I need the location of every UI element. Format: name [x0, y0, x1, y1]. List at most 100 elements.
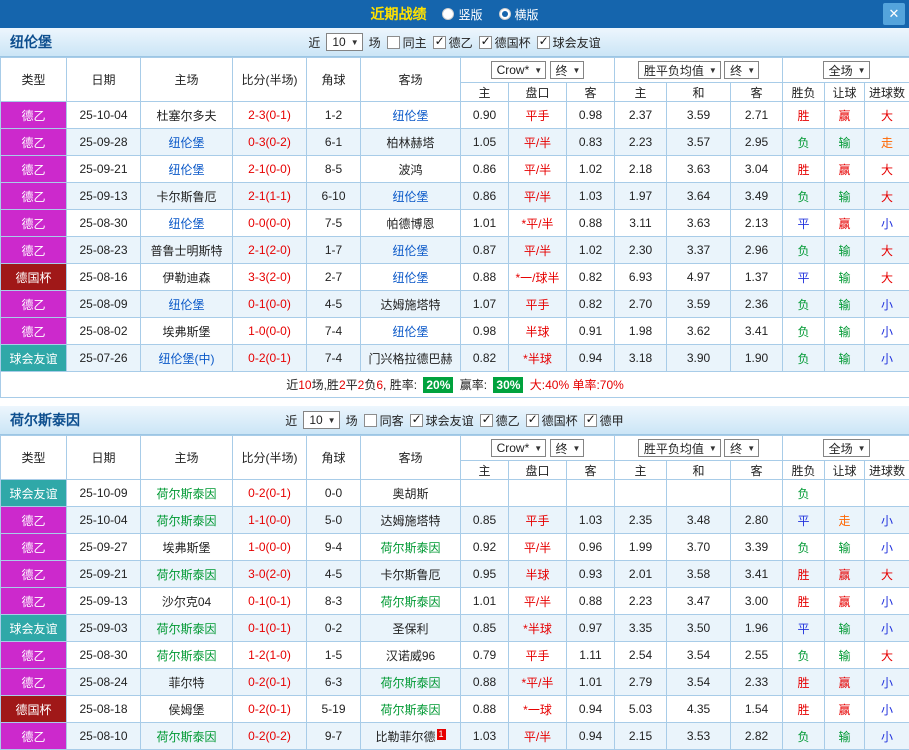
- score-link[interactable]: 2-1(0-0): [232, 155, 307, 183]
- away-team-link[interactable]: 纽伦堡: [360, 317, 461, 345]
- home-team-link[interactable]: 荷尔斯泰因: [140, 722, 233, 750]
- score-link[interactable]: 0-3(0-2): [232, 128, 307, 156]
- close-button[interactable]: ✕: [883, 3, 905, 25]
- away-team-link[interactable]: 奥胡斯: [360, 479, 461, 507]
- away-team-link[interactable]: 纽伦堡: [360, 263, 461, 291]
- avg-period-select[interactable]: 终 ▼: [724, 439, 760, 457]
- scope-select[interactable]: 全场 ▼: [822, 61, 870, 79]
- odds-period-select[interactable]: 终 ▼: [549, 439, 585, 457]
- checkbox-checked-icon[interactable]: [409, 412, 423, 427]
- match-row: 德乙 25-09-13 卡尔斯鲁厄 2-1(1-1) 6-10 纽伦堡 0.86 平/半 1.0…: [0, 182, 909, 210]
- checkbox-checked-icon[interactable]: [478, 34, 492, 49]
- filter-checkbox[interactable]: 同客: [363, 412, 404, 429]
- match-count-select[interactable]: 10 ▼: [326, 33, 363, 51]
- score-link[interactable]: 0-1(0-1): [232, 587, 307, 615]
- away-team-link[interactable]: 门兴格拉德巴赫: [360, 344, 461, 372]
- competition-badge: 德乙: [0, 668, 67, 696]
- odds-source-select[interactable]: Crow* ▼: [490, 439, 547, 457]
- odds-period-select[interactable]: 终 ▼: [549, 61, 585, 79]
- away-team-link[interactable]: 帕德博恩: [360, 209, 461, 237]
- match-count-select[interactable]: 10 ▼: [303, 411, 340, 429]
- layout-radio-horizontal[interactable]: 横版: [498, 6, 539, 23]
- score-link[interactable]: 1-2(1-0): [232, 641, 307, 669]
- home-team-link[interactable]: 荷尔斯泰因: [140, 641, 233, 669]
- away-team-link[interactable]: 达姆施塔特: [360, 290, 461, 318]
- avg-period-select[interactable]: 终 ▼: [724, 61, 760, 79]
- avg-type-select[interactable]: 胜平负均值 ▼: [637, 61, 721, 79]
- home-team-link[interactable]: 荷尔斯泰因: [140, 506, 233, 534]
- away-team-link[interactable]: 纽伦堡: [360, 236, 461, 264]
- away-team-name: 门兴格拉德巴赫: [368, 351, 453, 366]
- away-team-link[interactable]: 纽伦堡: [360, 101, 461, 129]
- score-link[interactable]: 1-1(0-0): [232, 506, 307, 534]
- score-link[interactable]: 2-1(1-1): [232, 182, 307, 210]
- away-team-link[interactable]: 比勒菲尔德 1: [360, 722, 461, 750]
- score-link[interactable]: 3-3(2-0): [232, 263, 307, 291]
- filter-checkbox[interactable]: 德国杯: [478, 34, 531, 51]
- home-team-link[interactable]: 埃弗斯堡: [140, 533, 233, 561]
- score-link[interactable]: 0-2(0-2): [232, 722, 307, 750]
- score-link[interactable]: 0-0(0-0): [232, 209, 307, 237]
- away-team-link[interactable]: 达姆施塔特: [360, 506, 461, 534]
- odds-home: 0.79: [460, 641, 509, 669]
- score-link[interactable]: 0-1(0-0): [232, 290, 307, 318]
- filter-checkbox[interactable]: 德国杯: [525, 412, 578, 429]
- filter-checkbox[interactable]: 球会友谊: [409, 412, 474, 429]
- home-team-link[interactable]: 荷尔斯泰因: [140, 614, 233, 642]
- checkbox-checked-icon[interactable]: [583, 412, 597, 427]
- home-team-link[interactable]: 纽伦堡: [140, 155, 233, 183]
- home-team-link[interactable]: 沙尔克04: [140, 587, 233, 615]
- radio-unselected-icon[interactable]: [442, 8, 455, 20]
- filter-checkbox[interactable]: 球会友谊: [536, 34, 601, 51]
- home-team-link[interactable]: 菲尔特: [140, 668, 233, 696]
- away-team-link[interactable]: 纽伦堡: [360, 182, 461, 210]
- score-link[interactable]: 0-1(0-1): [232, 614, 307, 642]
- home-team-link[interactable]: 纽伦堡: [140, 128, 233, 156]
- checkbox-unchecked-icon[interactable]: [363, 413, 377, 427]
- score-link[interactable]: 3-0(2-0): [232, 560, 307, 588]
- away-team-link[interactable]: 波鸿: [360, 155, 461, 183]
- score-link[interactable]: 0-2(0-1): [232, 344, 307, 372]
- away-team-link[interactable]: 荷尔斯泰因: [360, 533, 461, 561]
- checkbox-checked-icon[interactable]: [432, 34, 446, 49]
- score-link[interactable]: 0-2(0-1): [232, 695, 307, 723]
- odds-home: 0.86: [460, 182, 509, 210]
- checkbox-checked-icon[interactable]: [525, 412, 539, 427]
- home-team-link[interactable]: 纽伦堡: [140, 209, 233, 237]
- away-team-link[interactable]: 柏林赫塔: [360, 128, 461, 156]
- score-link[interactable]: 2-1(2-0): [232, 236, 307, 264]
- score-link[interactable]: 2-3(0-1): [232, 101, 307, 129]
- home-team-link[interactable]: 普鲁士明斯特: [140, 236, 233, 264]
- radio-selected-icon[interactable]: [498, 8, 511, 20]
- away-team-link[interactable]: 荷尔斯泰因: [360, 587, 461, 615]
- score-link[interactable]: 0-2(0-1): [232, 668, 307, 696]
- away-team-link[interactable]: 圣保利: [360, 614, 461, 642]
- home-team-link[interactable]: 荷尔斯泰因: [140, 560, 233, 588]
- filter-checkbox[interactable]: 德乙: [432, 34, 473, 51]
- filter-checkbox[interactable]: 同主: [386, 34, 427, 51]
- avg-type-select[interactable]: 胜平负均值 ▼: [637, 439, 721, 457]
- away-team-link[interactable]: 荷尔斯泰因: [360, 695, 461, 723]
- layout-radio-vertical[interactable]: 竖版: [442, 6, 483, 23]
- home-team-link[interactable]: 卡尔斯鲁厄: [140, 182, 233, 210]
- home-team-link[interactable]: 荷尔斯泰因: [140, 479, 233, 507]
- score-link[interactable]: 1-0(0-0): [232, 317, 307, 345]
- scope-select[interactable]: 全场 ▼: [822, 439, 870, 457]
- filter-checkbox[interactable]: 德乙: [479, 412, 520, 429]
- checkbox-unchecked-icon[interactable]: [386, 35, 400, 49]
- away-team-link[interactable]: 卡尔斯鲁厄: [360, 560, 461, 588]
- score-link[interactable]: 0-2(0-1): [232, 479, 307, 507]
- checkbox-checked-icon[interactable]: [479, 412, 493, 427]
- home-team-link[interactable]: 伊勒迪森: [140, 263, 233, 291]
- home-team-link[interactable]: 纽伦堡(中): [140, 344, 233, 372]
- home-team-link[interactable]: 纽伦堡: [140, 290, 233, 318]
- odds-source-select[interactable]: Crow* ▼: [490, 61, 547, 79]
- away-team-link[interactable]: 荷尔斯泰因: [360, 668, 461, 696]
- home-team-link[interactable]: 侯姆堡: [140, 695, 233, 723]
- filter-checkbox[interactable]: 德甲: [583, 412, 624, 429]
- home-team-link[interactable]: 埃弗斯堡: [140, 317, 233, 345]
- checkbox-checked-icon[interactable]: [536, 34, 550, 49]
- home-team-link[interactable]: 杜塞尔多夫: [140, 101, 233, 129]
- away-team-link[interactable]: 汉诺威96: [360, 641, 461, 669]
- score-link[interactable]: 1-0(0-0): [232, 533, 307, 561]
